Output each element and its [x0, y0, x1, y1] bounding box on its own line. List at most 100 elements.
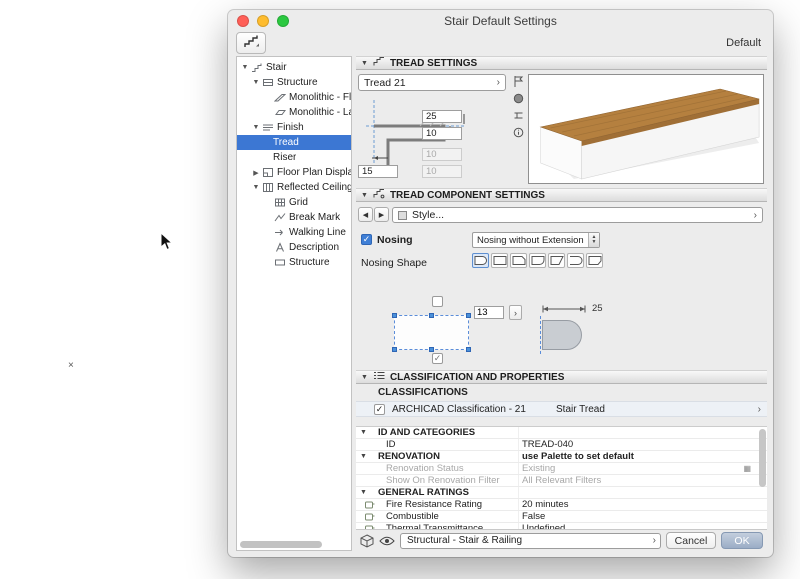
property-value[interactable]: 20 minutes [522, 499, 568, 510]
tree-item-monolithic-flight[interactable]: Monolithic - Flight [237, 90, 351, 105]
disclosure-triangle-icon[interactable]: ▼ [251, 124, 261, 131]
classification-row[interactable]: ✓ ARCHICAD Classification - 21 Stair Tre… [356, 401, 767, 417]
tread-type-button[interactable]: Tread 21 › [358, 74, 506, 91]
tree-item-label: Walking Line [289, 227, 346, 238]
nosing-dimension-label: 25 [592, 303, 603, 314]
property-group-row[interactable]: ▼ GENERAL RATINGS [356, 487, 767, 499]
tree-item-walking-line[interactable]: Walking Line [237, 225, 351, 240]
plan-preview-icon[interactable] [513, 75, 524, 88]
tread-offset-input[interactable] [358, 165, 398, 178]
property-row[interactable]: Combustible False [356, 511, 767, 523]
property-row[interactable]: ID TREAD-040 [356, 439, 767, 451]
disclosure-triangle-icon[interactable]: ▼ [251, 79, 261, 86]
tree-item-grid[interactable]: Grid [237, 195, 351, 210]
tread-settings-body: Tread 21 › [356, 70, 767, 188]
tree-item-break-mark[interactable]: Break Mark [237, 210, 351, 225]
selection-handle[interactable] [392, 313, 397, 318]
disclosure-triangle-icon[interactable]: ▶ [251, 169, 261, 177]
info-icon[interactable] [513, 126, 524, 139]
stair-tool-button[interactable] [236, 32, 266, 54]
close-button[interactable] [237, 15, 249, 27]
tree-item-structure-rcp[interactable]: Structure [237, 255, 351, 270]
property-value[interactable]: Undefined [522, 523, 565, 529]
selection-handle[interactable] [429, 347, 434, 352]
tread-nosing-input[interactable] [422, 127, 462, 140]
nosing-shape-rounded-button[interactable] [472, 253, 489, 268]
tree-item-floor-plan-display[interactable]: ▶ Floor Plan Display [237, 165, 351, 180]
3d-preview-icon[interactable] [513, 92, 524, 105]
selection-handle[interactable] [429, 313, 434, 318]
property-row[interactable]: Fire Resistance Rating 20 minutes [356, 499, 767, 511]
tread-3d-preview[interactable] [528, 74, 764, 184]
tree-item-riser[interactable]: Riser [237, 150, 351, 165]
section-preview-icon[interactable] [513, 109, 524, 122]
nosing-shape-chamfer-button[interactable] [510, 253, 527, 268]
dialog-content: ▼ Stair ▼ Structure Monolithic - Flight [236, 56, 767, 551]
tree-item-finish[interactable]: ▼ Finish [237, 120, 351, 135]
renovation-options-icon[interactable]: ▦ [743, 464, 751, 473]
property-value[interactable]: False [522, 511, 545, 522]
nosing-edge-more-button[interactable]: › [509, 305, 522, 320]
stepper-icon[interactable]: ▲ ▼ [588, 233, 599, 247]
nosing-edge-input[interactable] [474, 306, 504, 319]
structure-icon [261, 77, 274, 88]
next-component-button[interactable]: ▶ [374, 207, 389, 222]
classification-properties-header[interactable]: ▼ CLASSIFICATION AND PROPERTIES [356, 370, 767, 384]
property-group-row[interactable]: ▼ ID AND CATEGORIES [356, 427, 767, 439]
collapse-triangle-icon[interactable]: ▼ [361, 374, 368, 381]
disclosure-triangle-icon[interactable]: ▼ [251, 184, 261, 191]
tread-component-settings-header[interactable]: ▼ TREAD COMPONENT SETTINGS [356, 188, 767, 202]
group-triangle-icon[interactable]: ▼ [360, 489, 367, 496]
layer-dropdown[interactable]: Structural - Stair & Railing › [400, 532, 661, 549]
element-cube-icon [360, 533, 374, 548]
tread-settings-header[interactable]: ▼ TREAD SETTINGS [356, 56, 767, 70]
tread-profile-preview[interactable] [392, 313, 471, 352]
tree-item-tread[interactable]: Tread [237, 135, 351, 150]
walking-line-icon [273, 227, 286, 238]
previous-component-button[interactable]: ◀ [358, 207, 373, 222]
disclosure-triangle-icon[interactable]: ▼ [240, 64, 250, 71]
collapse-triangle-icon[interactable]: ▼ [361, 60, 368, 67]
ok-button[interactable]: OK [721, 532, 763, 549]
nosing-checkbox[interactable]: ✓ [361, 234, 372, 245]
minimize-button[interactable] [257, 15, 269, 27]
tread-thickness-input[interactable] [422, 110, 462, 123]
tree-item-reflected-ceiling-plan[interactable]: ▼ Reflected Ceiling Plan Displ [237, 180, 351, 195]
profile-bottom-checkbox[interactable]: ✓ [432, 353, 443, 364]
cancel-button[interactable]: Cancel [666, 532, 716, 549]
nosing-shape-cove-button[interactable] [529, 253, 546, 268]
nosing-shape-notch-button[interactable] [586, 253, 603, 268]
group-triangle-icon[interactable]: ▼ [360, 429, 367, 436]
nosing-shape-square-button[interactable] [491, 253, 508, 268]
group-triangle-icon[interactable]: ▼ [360, 453, 367, 460]
collapse-triangle-icon[interactable]: ▼ [361, 192, 368, 199]
properties-scrollbar[interactable] [759, 429, 766, 487]
style-dropdown[interactable]: Style... › [392, 207, 763, 223]
nosing-type-dropdown[interactable]: Nosing without Extension ▲ ▼ [472, 232, 600, 248]
mouse-cursor-icon [160, 232, 173, 251]
section-title: TREAD SETTINGS [389, 57, 478, 69]
selection-handle[interactable] [392, 347, 397, 352]
tree-horizontal-scrollbar[interactable] [240, 541, 322, 548]
nosing-shape-half-round-button[interactable] [567, 253, 584, 268]
property-row[interactable]: Renovation Status Existing ▦ [356, 463, 767, 475]
tree-item-structure[interactable]: ▼ Structure [237, 75, 351, 90]
property-row[interactable]: Thermal Transmittance Undefined [356, 523, 767, 529]
tree-item-stair[interactable]: ▼ Stair [237, 60, 351, 75]
nosing-shape-slant-button[interactable] [548, 253, 565, 268]
layer-visibility-eye-icon[interactable] [379, 536, 395, 546]
tree-item-monolithic-landing[interactable]: Monolithic - Landing [237, 105, 351, 120]
property-label: Thermal Transmittance [386, 523, 484, 529]
selection-handle[interactable] [466, 347, 471, 352]
classification-checkbox[interactable]: ✓ [374, 404, 385, 415]
selection-handle[interactable] [466, 313, 471, 318]
zoom-button[interactable] [277, 15, 289, 27]
chevron-right-icon[interactable]: › [758, 404, 761, 415]
window-title: Stair Default Settings [444, 14, 557, 28]
property-row[interactable]: Show On Renovation Filter All Relevant F… [356, 475, 767, 487]
nosing-datum-line [540, 316, 541, 354]
property-value[interactable]: TREAD-040 [522, 439, 573, 450]
tree-item-description[interactable]: Description [237, 240, 351, 255]
profile-top-checkbox[interactable] [432, 296, 443, 307]
property-group-row[interactable]: ▼ RENOVATION use Palette to set default [356, 451, 767, 463]
